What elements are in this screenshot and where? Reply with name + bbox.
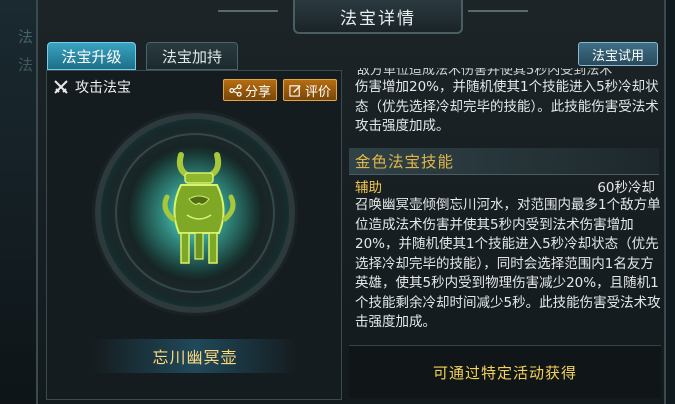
background-ghost-text: 法	[18, 56, 34, 74]
background-left-strip: 法 法	[0, 0, 40, 404]
obtain-text: 可通过特定活动获得	[432, 363, 577, 382]
gold-skill-title: 金色法宝技能	[355, 153, 455, 171]
tab-treasure-bless[interactable]: 法宝加持	[146, 42, 238, 70]
treasure-name: 忘川幽冥壶	[152, 348, 238, 367]
skill-cooldown: 60秒冷却	[597, 180, 655, 196]
background-ghost-text: 法	[18, 28, 34, 46]
skill-tag: 辅助	[355, 180, 382, 196]
share-button[interactable]: 分享	[223, 79, 278, 101]
window-title-bar: 法宝详情	[293, 0, 463, 34]
edit-icon	[289, 84, 301, 97]
skill-meta-row: 辅助 60秒冷却	[355, 176, 655, 196]
title-decoration-left	[218, 10, 278, 12]
treasure-type-label: 攻击法宝	[75, 80, 131, 96]
share-label: 分享	[245, 84, 272, 100]
bronze-vessel-icon	[162, 152, 236, 264]
window-title: 法宝详情	[340, 8, 416, 29]
title-decoration-right	[468, 10, 528, 12]
review-label: 评价	[305, 84, 332, 100]
treasure-name-plate: 忘川幽冥壶	[93, 339, 297, 373]
tab-treasure-upgrade[interactable]: 法宝升级	[47, 42, 136, 70]
gold-skill-description: 召唤幽冥壶倾倒忘川河水，对范围内最多1个敌方单位造成法术伤害并使其5秒内受到法术…	[355, 197, 661, 330]
treasure-medallion	[95, 113, 295, 313]
gold-skill-header: 金色法宝技能	[349, 148, 659, 175]
share-icon	[229, 83, 242, 97]
treasure-description-panel[interactable]: 敌方单位造成法术伤害并使其5秒内受到法术 伤害增加20%，并随机使其1个技能进入…	[349, 68, 661, 340]
treasure-detail-window: 法宝详情 法宝升级 法宝加持 法宝试用 攻击法宝 分享 评价 忘川幽冥壶 敌方单…	[36, 0, 666, 404]
treasure-type-row: 攻击法宝	[53, 77, 131, 97]
treasure-preview-panel: 攻击法宝 分享 评价 忘川幽冥壶	[46, 70, 342, 400]
basic-skill-description: 伤害增加20%，并随机使其1个技能进入5秒冷却状态（优先选择冷却完毕的技能）。此…	[355, 79, 659, 134]
crossed-swords-icon	[54, 80, 68, 94]
obtain-info-bar: 可通过特定活动获得	[349, 345, 661, 398]
review-button[interactable]: 评价	[283, 79, 338, 101]
treasure-trial-button[interactable]: 法宝试用	[578, 42, 658, 66]
